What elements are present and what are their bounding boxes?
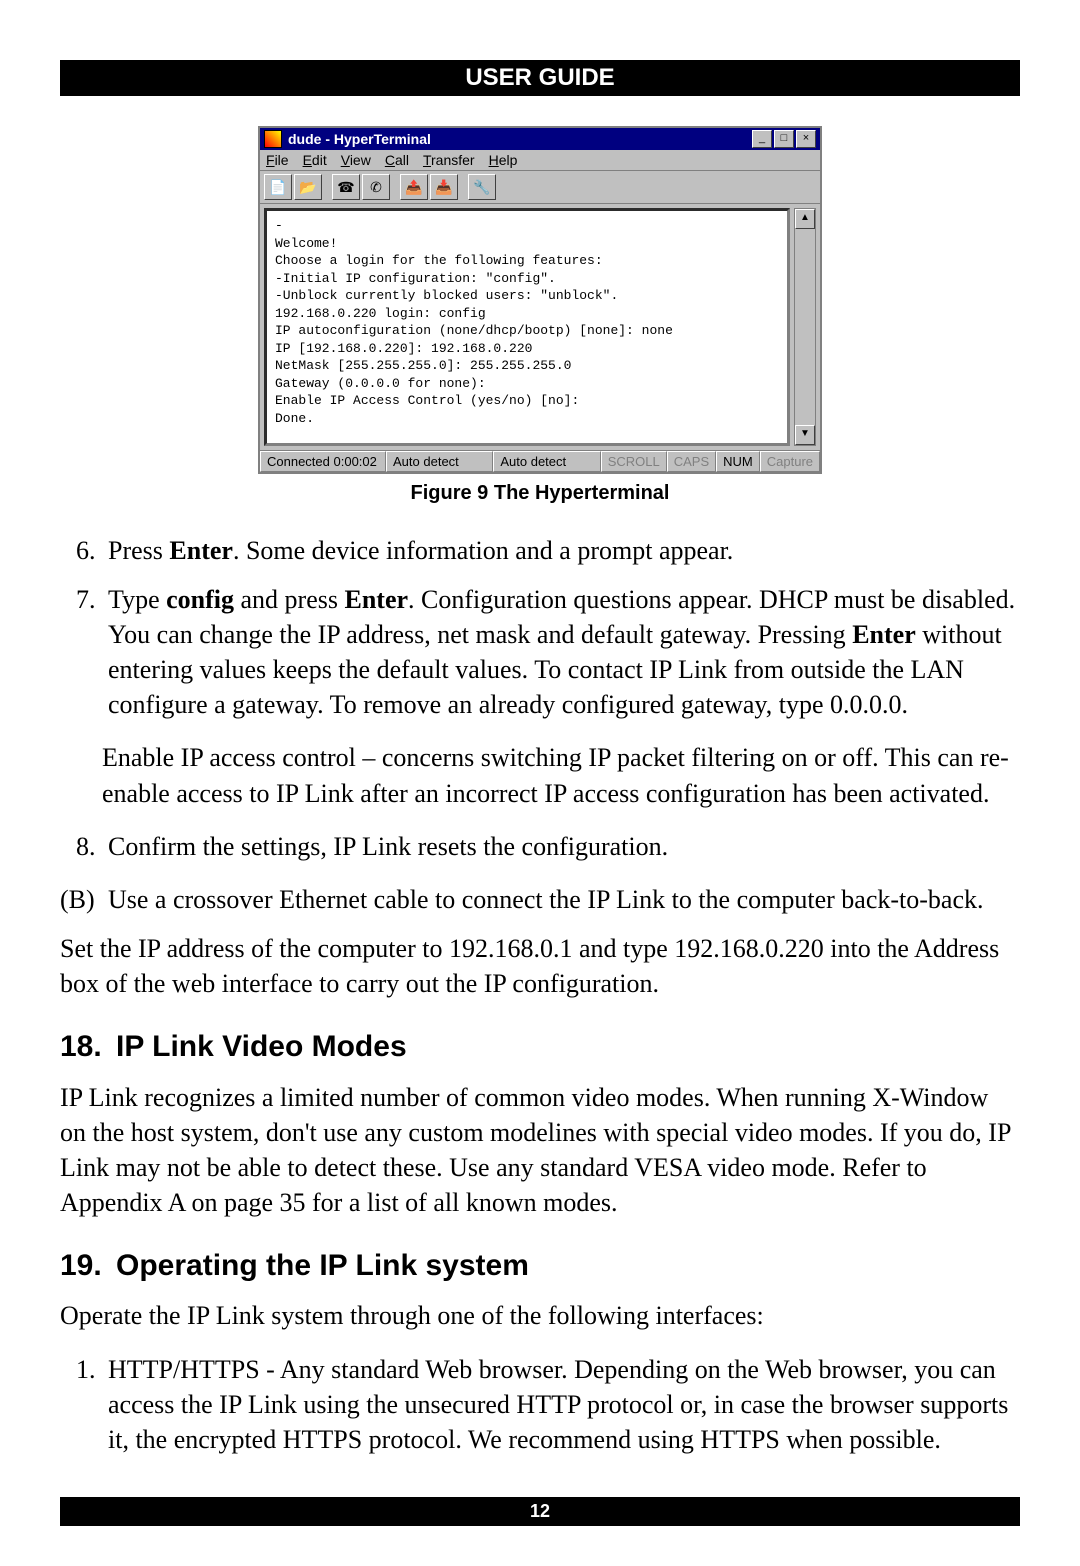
titlebar: dude - HyperTerminal _ □ × (260, 128, 820, 150)
section-19-heading: 19.Operating the IP Link system (60, 1246, 1020, 1287)
figure-caption: Figure 9 The Hyperterminal (60, 482, 1020, 505)
footer-bar: 12 (60, 1497, 1020, 1526)
section-19-list: HTTP/HTTPS - Any standard Web browser. D… (60, 1352, 1020, 1457)
toolbar: 📄 📂 ☎ ✆ 📤 📥 🔧 (260, 171, 820, 204)
window-buttons: _ □ × (752, 130, 816, 148)
step-7-extra: Enable IP access control – concerns swit… (102, 740, 1020, 810)
status-capture: Capture (760, 451, 820, 472)
app-icon (264, 130, 282, 148)
sec-num: 18. (60, 1027, 116, 1068)
sec19-item-1: HTTP/HTTPS - Any standard Web browser. D… (102, 1352, 1020, 1457)
close-button[interactable]: × (796, 130, 816, 148)
text: Press (108, 536, 169, 565)
section-18-body: IP Link recognizes a limited number of c… (60, 1080, 1020, 1220)
status-connected: Connected 0:00:02 (260, 451, 386, 472)
menu-call[interactable]: Call (385, 152, 409, 168)
step-8: Confirm the settings, IP Link resets the… (102, 829, 1020, 864)
send-icon[interactable]: 📤 (400, 174, 428, 200)
hyperterminal-window: dude - HyperTerminal _ □ × File Edit Vie… (258, 126, 822, 474)
bold: Enter (344, 585, 408, 614)
steps-list-cont: Confirm the settings, IP Link resets the… (60, 829, 1020, 864)
text: and press (234, 585, 344, 614)
body-text: Press Enter. Some device information and… (60, 533, 1020, 1457)
menubar: File Edit View Call Transfer Help (260, 150, 820, 171)
scroll-down-icon[interactable]: ▼ (795, 425, 815, 445)
status-detect1: Auto detect (386, 451, 493, 472)
status-num: NUM (716, 451, 760, 472)
status-scroll: SCROLL (601, 451, 667, 472)
step-b-text: Use a crossover Ethernet cable to connec… (108, 882, 1020, 917)
section-19-intro: Operate the IP Link system through one o… (60, 1298, 1020, 1333)
sec-num: 19. (60, 1246, 116, 1287)
status-caps: CAPS (667, 451, 716, 472)
menu-transfer[interactable]: Transfer (423, 152, 475, 168)
open-icon[interactable]: 📂 (294, 174, 322, 200)
after-b: Set the IP address of the computer to 19… (60, 931, 1020, 1001)
scroll-up-icon[interactable]: ▲ (795, 209, 815, 229)
label-b: (B) (60, 882, 108, 917)
menu-view[interactable]: View (341, 152, 371, 168)
bold: config (166, 585, 234, 614)
step-7: Type config and press Enter. Configurati… (102, 582, 1020, 722)
menu-help[interactable]: Help (489, 152, 518, 168)
step-b: (B) Use a crossover Ethernet cable to co… (60, 882, 1020, 917)
maximize-button[interactable]: □ (774, 130, 794, 148)
connect-icon[interactable]: ☎ (332, 174, 360, 200)
minimize-button[interactable]: _ (752, 130, 772, 148)
text: Type (108, 585, 166, 614)
window-title: dude - HyperTerminal (288, 131, 752, 147)
section-18-heading: 18.IP Link Video Modes (60, 1027, 1020, 1068)
status-detect2: Auto detect (493, 451, 600, 472)
terminal-output: - Welcome! Choose a login for the follow… (264, 208, 790, 446)
step-6: Press Enter. Some device information and… (102, 533, 1020, 568)
menu-edit[interactable]: Edit (303, 152, 327, 168)
text: . Some device information and a prompt a… (233, 536, 733, 565)
menu-file[interactable]: File (266, 152, 289, 168)
receive-icon[interactable]: 📥 (430, 174, 458, 200)
new-doc-icon[interactable]: 📄 (264, 174, 292, 200)
properties-icon[interactable]: 🔧 (468, 174, 496, 200)
steps-list: Press Enter. Some device information and… (60, 533, 1020, 722)
client-area: - Welcome! Choose a login for the follow… (260, 204, 820, 450)
page: USER GUIDE dude - HyperTerminal _ □ × Fi… (0, 0, 1080, 1566)
bold: Enter (852, 620, 916, 649)
statusbar: Connected 0:00:02 Auto detect Auto detec… (260, 450, 820, 472)
disconnect-icon[interactable]: ✆ (362, 174, 390, 200)
sec-title: Operating the IP Link system (116, 1249, 529, 1282)
sec-title: IP Link Video Modes (116, 1030, 407, 1063)
bold: Enter (169, 536, 233, 565)
scrollbar[interactable]: ▲ ▼ (794, 208, 816, 446)
header-bar: USER GUIDE (60, 60, 1020, 96)
